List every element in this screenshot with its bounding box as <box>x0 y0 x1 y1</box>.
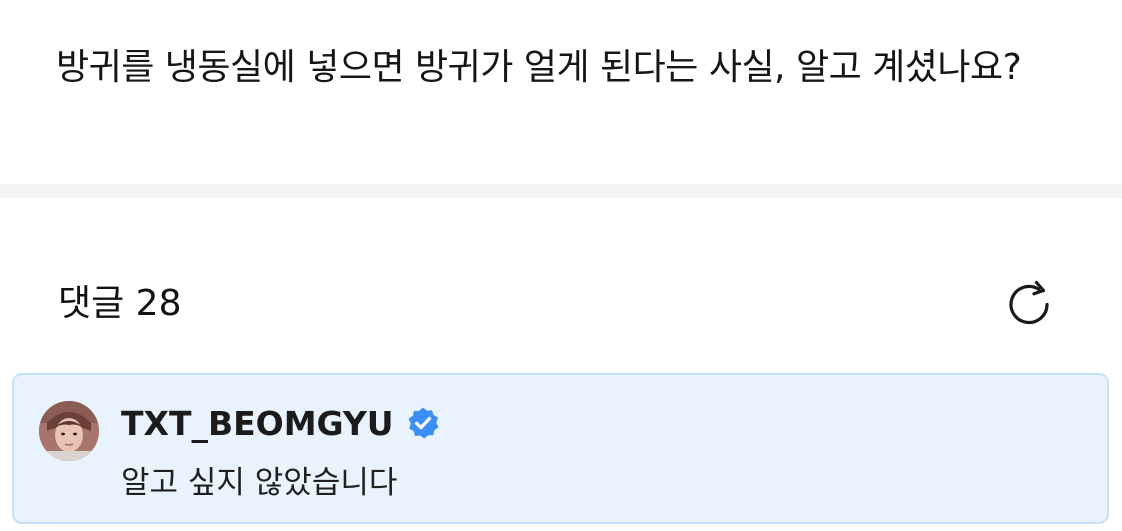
comment-author-row: TXT_BEOMGYU <box>121 401 442 445</box>
section-divider <box>0 184 1122 198</box>
post-text: 방귀를 냉동실에 넣으면 방귀가 얼게 된다는 사실, 알고 계셨나요? <box>56 47 1022 88</box>
refresh-icon <box>1009 280 1049 325</box>
comment-text: 알고 싶지 않았습니다 <box>121 465 398 501</box>
comment-card[interactable]: TXT_BEOMGYU 알고 싶지 않았습니다 <box>12 373 1109 524</box>
avatar-image <box>39 401 99 461</box>
avatar[interactable] <box>39 401 99 461</box>
comment-author-name[interactable]: TXT_BEOMGYU <box>121 404 394 443</box>
refresh-button[interactable] <box>1000 278 1060 332</box>
post-body: 방귀를 냉동실에 넣으면 방귀가 얼게 된다는 사실, 알고 계셨나요? <box>0 0 1122 184</box>
comments-count-title: 댓글 28 <box>58 283 182 324</box>
comments-header: 댓글 28 <box>0 198 1122 368</box>
verified-badge-icon <box>406 405 442 441</box>
